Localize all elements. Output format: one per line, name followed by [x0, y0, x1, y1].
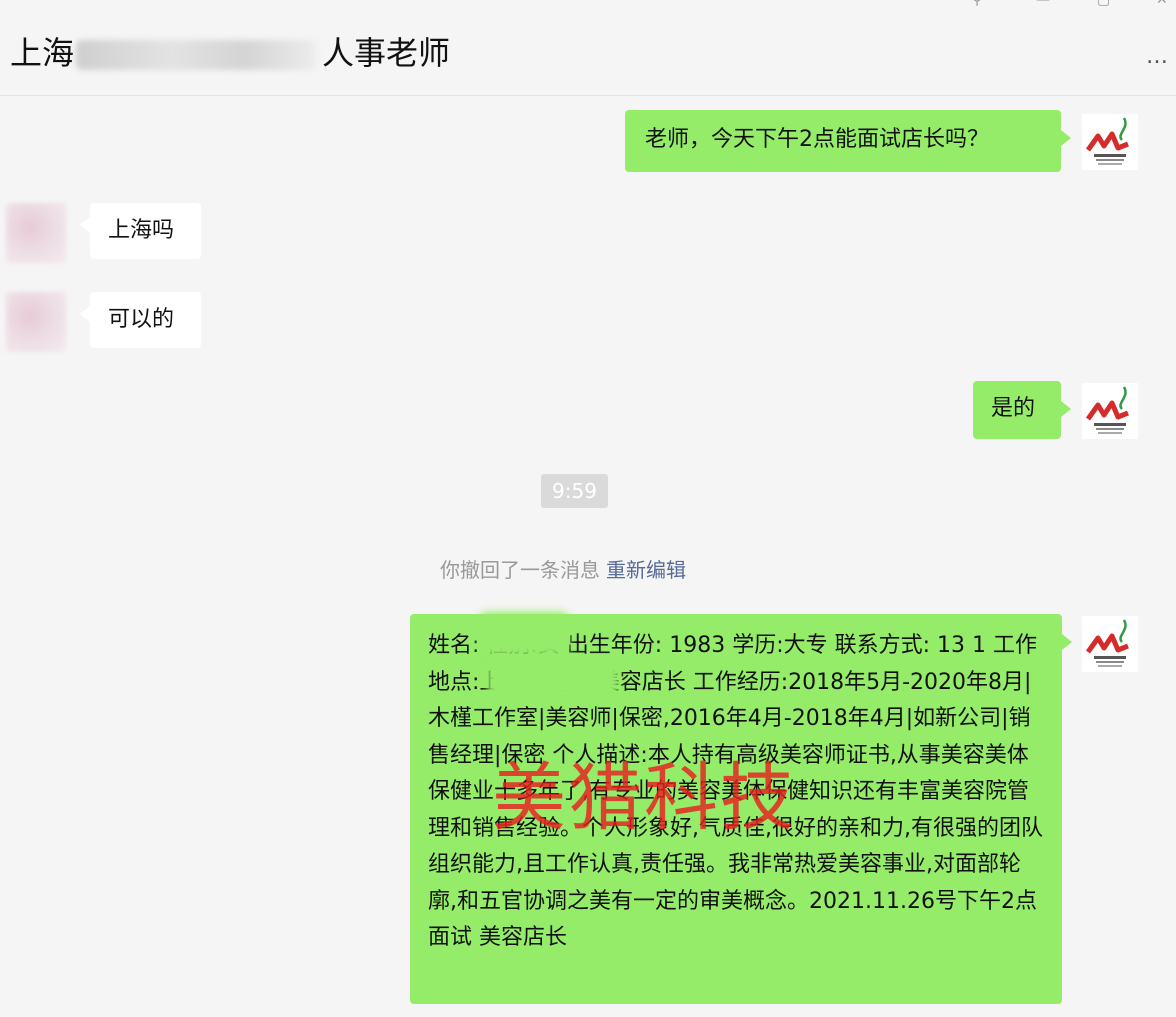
chat-header: ⚲ — ▢ ✕ 上海 人事老师 …: [0, 0, 1176, 96]
watermark: 美猎科技: [492, 755, 796, 841]
chat-title-prefix: 上海: [10, 34, 75, 72]
re-edit-link[interactable]: 重新编辑: [606, 558, 686, 582]
message-bubble-self[interactable]: 是的: [973, 381, 1071, 439]
self-avatar[interactable]: [1082, 114, 1138, 170]
message-bubble-self[interactable]: 老师，今天下午2点能面试店长吗？: [625, 110, 1071, 172]
chat-title: 上海 人事老师: [10, 28, 450, 74]
logo-icon: [1085, 619, 1129, 667]
minimize-icon[interactable]: —: [1036, 0, 1050, 8]
redacted-name: [76, 40, 317, 70]
redaction-blur: [478, 612, 570, 656]
contact-avatar[interactable]: [6, 292, 66, 352]
message-text: 可以的: [108, 307, 175, 332]
chat-title-suffix: 人事老师: [322, 34, 451, 72]
close-icon[interactable]: ✕: [1156, 0, 1168, 8]
contact-avatar[interactable]: [6, 203, 66, 263]
logo-icon: [1085, 117, 1129, 165]
timestamp: 9:59: [541, 474, 608, 508]
pin-icon[interactable]: ⚲: [972, 0, 982, 8]
logo-icon: [1085, 386, 1129, 434]
redaction-blur: [487, 658, 619, 698]
maximize-icon[interactable]: ▢: [1097, 0, 1110, 8]
message-bubble-other[interactable]: 可以的: [80, 292, 201, 348]
self-avatar[interactable]: [1082, 383, 1138, 439]
message-bubble-other[interactable]: 上海吗: [80, 203, 201, 259]
message-text: 是的: [991, 396, 1036, 421]
message-text: 老师，今天下午2点能面试店长吗？: [645, 127, 989, 152]
message-text: 上海吗: [108, 218, 175, 243]
recall-text: 你撤回了一条消息: [440, 558, 600, 582]
more-options-icon[interactable]: …: [1146, 44, 1170, 69]
recall-notice: 你撤回了一条消息 重新编辑: [440, 554, 686, 583]
redaction-blur: [748, 948, 830, 992]
self-avatar[interactable]: [1082, 616, 1138, 672]
